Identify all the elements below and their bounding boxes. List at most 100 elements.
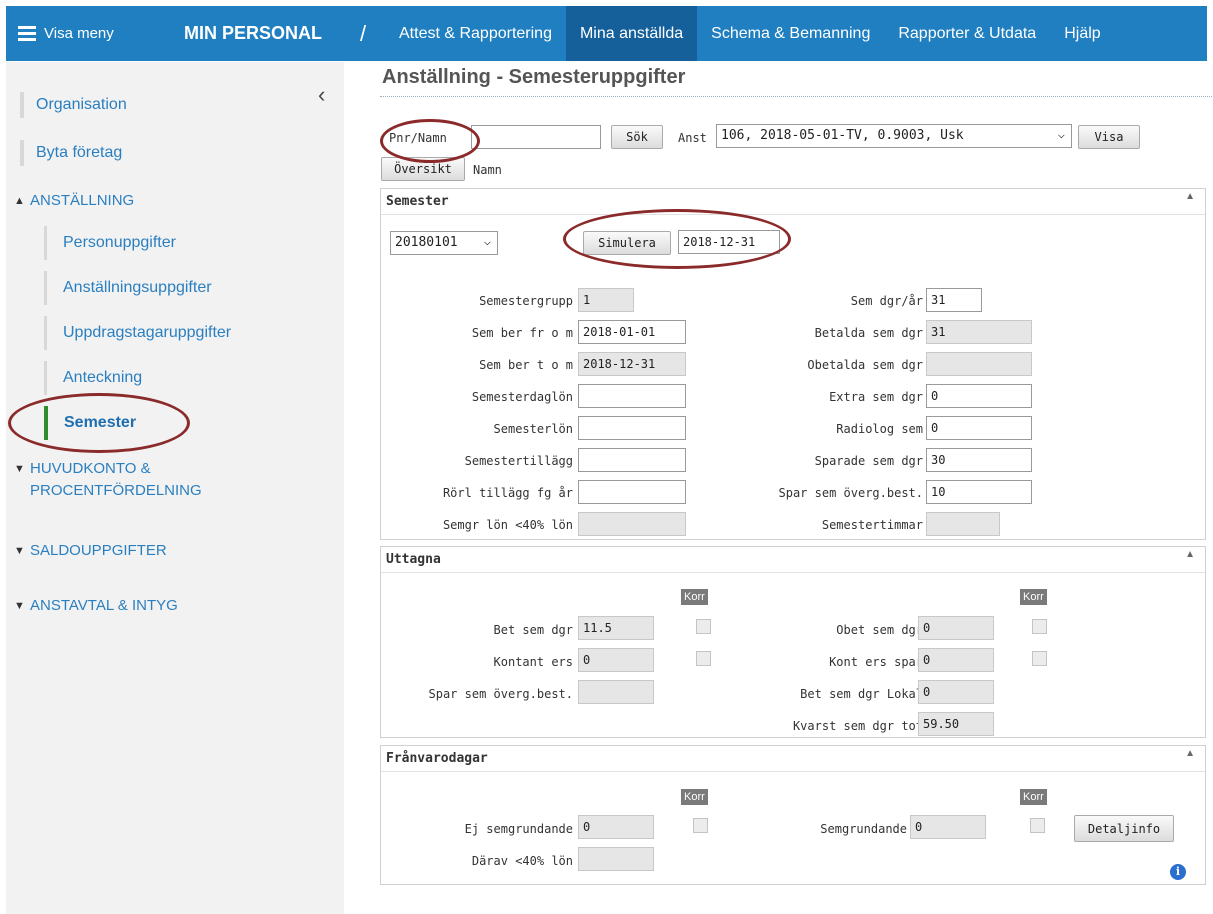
nav-hjalp[interactable]: Hjälp xyxy=(1050,6,1114,61)
title-divider xyxy=(380,96,1212,97)
show-button[interactable]: Visa xyxy=(1078,125,1140,149)
franvarodagar-panel-title: Frånvarodagar xyxy=(381,746,1205,772)
sem-ber-from-label: Sem ber fr o m xyxy=(471,326,573,340)
collapse-arrow-icon[interactable]: ▲ xyxy=(1185,748,1195,759)
betalda-sem-dgr-field xyxy=(926,320,1032,344)
sidebar-section-anstallning[interactable]: ▲ ANSTÄLLNING xyxy=(14,190,134,212)
sem-ber-tom-field xyxy=(578,352,686,376)
spar-sem-overg-field[interactable] xyxy=(926,480,1032,504)
chevron-down-icon: ▼ xyxy=(14,463,25,475)
info-icon[interactable]: i xyxy=(1170,864,1186,880)
korr-checkbox[interactable] xyxy=(1030,818,1045,833)
sem-dgr-ar-field[interactable] xyxy=(926,288,982,312)
nav-rapporter-utdata[interactable]: Rapporter & Utdata xyxy=(884,6,1050,61)
semestergrupp-field xyxy=(578,288,634,312)
collapse-sidebar-icon[interactable]: ‹ xyxy=(318,82,325,108)
darav-lon-label: Därav <40% lön xyxy=(471,854,573,868)
bet-sem-dgr-lokal-field xyxy=(918,680,994,704)
korr-badge: Korr xyxy=(681,789,708,805)
semester-year-select[interactable]: 20180101 ⌵ xyxy=(390,231,498,255)
section-label: SALDOUPPGIFTER xyxy=(30,542,167,559)
korr-checkbox[interactable] xyxy=(1032,619,1047,634)
radiolog-sem-field[interactable] xyxy=(926,416,1032,440)
pnr-name-input[interactable] xyxy=(471,125,601,149)
obetalda-sem-dgr-field xyxy=(926,352,1032,376)
obet-sem-dgr-label: Obet sem dgr xyxy=(836,623,923,637)
sparade-sem-dgr-field[interactable] xyxy=(926,448,1032,472)
sidebar-item-label: Personuppgifter xyxy=(63,234,176,251)
sidebar-link-organisation[interactable]: Organisation xyxy=(20,92,127,118)
nav-schema-bemanning[interactable]: Schema & Bemanning xyxy=(697,6,884,61)
sidebar-item-label: Semester xyxy=(64,414,137,431)
semesterlon-label: Semesterlön xyxy=(493,422,573,436)
collapse-arrow-icon[interactable]: ▲ xyxy=(1185,549,1195,560)
semestertillagg-field[interactable] xyxy=(578,448,686,472)
obet-sem-dgr-field xyxy=(918,616,994,640)
sidebar-link-label: Byta företag xyxy=(36,144,123,161)
sidebar-section-anstavtal[interactable]: ▼ ANSTAVTAL & INTYG xyxy=(14,595,178,617)
uttagna-panel: Uttagna ▲ xyxy=(380,546,1206,738)
sidebar-section-huvudkonto[interactable]: ▼ HUVUDKONTO & PROCENTFÖRDELNING xyxy=(14,458,202,502)
korr-checkbox[interactable] xyxy=(696,651,711,666)
pnr-name-label: Pnr/Namn xyxy=(389,131,447,145)
section-label: ANSTAVTAL & INTYG xyxy=(30,597,178,614)
semgr-lon-label: Semgr lön <40% lön xyxy=(442,518,573,532)
semesterdaglon-field[interactable] xyxy=(578,384,686,408)
sidebar-item-anstallningsuppgifter[interactable]: Anställningsuppgifter xyxy=(44,271,212,305)
name-label: Namn xyxy=(473,163,502,177)
section-label-line1: HUVUDKONTO & xyxy=(30,460,151,477)
sidebar-link-byta-foretag[interactable]: Byta företag xyxy=(20,140,122,166)
semesterdaglon-label: Semesterdaglön xyxy=(471,390,573,404)
anst-select[interactable]: 106, 2018-05-01-TV, 0.9003, Usk ⌵ xyxy=(716,124,1072,148)
kvarst-sem-dgr-tot-field xyxy=(918,712,994,736)
collapse-arrow-icon[interactable]: ▲ xyxy=(1185,191,1195,202)
section-label-line2: PROCENTFÖRDELNING xyxy=(30,482,202,499)
korr-checkbox[interactable] xyxy=(1032,651,1047,666)
sidebar-item-label: Uppdragstagaruppgifter xyxy=(63,324,232,341)
bet-sem-dgr-field xyxy=(578,616,654,640)
rorl-tillagg-field[interactable] xyxy=(578,480,686,504)
semgr-lon-field xyxy=(578,512,686,536)
chevron-down-icon: ▼ xyxy=(14,600,25,612)
extra-sem-dgr-field[interactable] xyxy=(926,384,1032,408)
kont-ers-spar-label: Kont ers spar xyxy=(829,655,923,669)
semester-year-value: 20180101 xyxy=(395,235,458,250)
kvarst-sem-dgr-tot-label: Kvarst sem dgr tot xyxy=(792,719,923,733)
detaljinfo-button[interactable]: Detaljinfo xyxy=(1074,815,1174,842)
sidebar-section-saldouppgifter[interactable]: ▼ SALDOUPPGIFTER xyxy=(14,540,167,562)
semesterlon-field[interactable] xyxy=(578,416,686,440)
betalda-sem-dgr-label: Betalda sem dgr xyxy=(814,326,923,340)
sem-ber-tom-label: Sem ber t o m xyxy=(479,358,573,372)
sidebar-item-personuppgifter[interactable]: Personuppgifter xyxy=(44,226,176,260)
simulate-button[interactable]: Simulera xyxy=(583,231,671,255)
korr-badge: Korr xyxy=(1020,789,1047,805)
sidebar-item-semester[interactable]: Semester xyxy=(44,406,136,440)
obetalda-sem-dgr-label: Obetalda sem dgr xyxy=(807,358,923,372)
page-title: Anställning - Semesteruppgifter xyxy=(382,66,686,88)
sidebar-item-label: Anställningsuppgifter xyxy=(63,279,212,296)
sidebar-item-uppdragstagaruppgifter[interactable]: Uppdragstagaruppgifter xyxy=(44,316,231,350)
nav-attest-rapportering[interactable]: Attest & Rapportering xyxy=(385,6,566,61)
korr-checkbox[interactable] xyxy=(693,818,708,833)
hamburger-icon xyxy=(18,23,36,44)
simulate-date-input[interactable] xyxy=(678,230,780,254)
chevron-down-icon: ▼ xyxy=(14,545,25,557)
ej-semgrundande-field xyxy=(578,815,654,839)
anst-label: Anst xyxy=(678,131,707,145)
title-separator: / xyxy=(359,20,367,46)
sem-ber-from-field[interactable] xyxy=(578,320,686,344)
semestertimmar-label: Semestertimmar xyxy=(821,518,923,532)
spar-sem-overg-uttagna-field xyxy=(578,680,654,704)
nav-mina-anstallda[interactable]: Mina anställda xyxy=(565,6,698,61)
chevron-up-icon: ▲ xyxy=(14,195,25,207)
anst-select-value: 106, 2018-05-01-TV, 0.9003, Usk xyxy=(721,128,964,143)
darav-lon-field xyxy=(578,847,654,871)
semestertillagg-label: Semestertillägg xyxy=(464,454,573,468)
search-button[interactable]: Sök xyxy=(611,125,663,149)
semestergrupp-label: Semestergrupp xyxy=(479,294,573,308)
korr-checkbox[interactable] xyxy=(696,619,711,634)
sidebar-item-anteckning[interactable]: Anteckning xyxy=(44,361,142,395)
app-title[interactable]: MIN PERSONAL xyxy=(166,23,341,44)
show-menu-button[interactable]: Visa meny xyxy=(6,23,166,44)
overview-button[interactable]: Översikt xyxy=(381,157,465,181)
